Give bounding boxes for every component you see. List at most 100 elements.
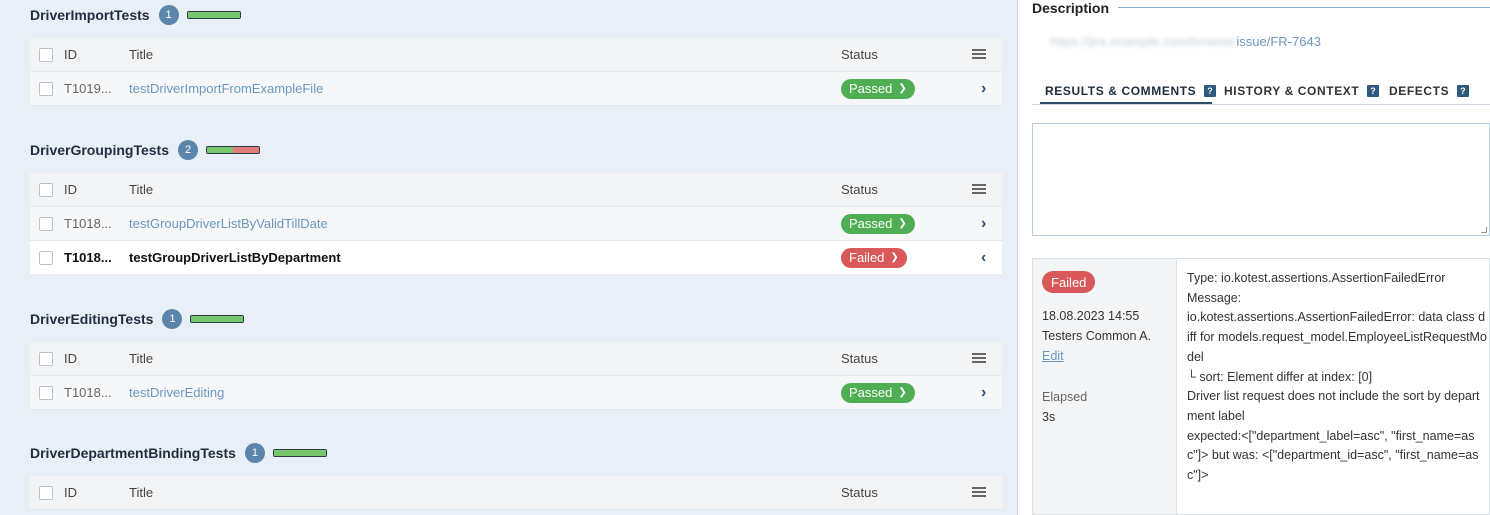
status-dropdown[interactable]: Passed ❯ (841, 213, 915, 234)
table-header-row: ID Title Status (30, 173, 1002, 207)
status-dropdown[interactable]: Failed ❯ (841, 247, 907, 268)
test-title-link[interactable]: testGroupDriverListByDepartment (129, 250, 341, 265)
column-settings-icon[interactable] (972, 352, 986, 365)
active-tab-indicator (1040, 102, 1212, 104)
test-table: ID Title Status T1018... testGroupDriver… (30, 173, 1002, 275)
group-name: DriverGroupingTests (30, 142, 169, 158)
chevron-left-icon[interactable]: ‹ (981, 249, 986, 267)
chevron-right-icon[interactable]: › (981, 215, 986, 233)
test-group: DriverImportTests 1 ID Title Status T101… (30, 0, 1002, 106)
group-header[interactable]: DriverGroupingTests 2 (30, 135, 1002, 165)
row-checkbox[interactable] (39, 385, 53, 400)
issue-link[interactable]: https://jira.example.com/browse/issue/FR… (1050, 34, 1321, 49)
column-status-header[interactable]: Status (841, 182, 878, 197)
test-id: T1019... (64, 81, 112, 96)
column-status-header[interactable]: Status (841, 485, 878, 500)
chevron-right-icon[interactable]: › (981, 384, 986, 402)
table-header-row: ID Title Status (30, 342, 1002, 376)
column-title-header[interactable]: Title (129, 182, 153, 197)
column-settings-icon[interactable] (972, 48, 986, 61)
group-count-badge: 1 (158, 5, 179, 25)
tab-label: DEFECTS (1389, 84, 1450, 98)
column-id-header[interactable]: ID (64, 351, 77, 366)
table-row-selected[interactable]: T1018... testGroupDriverListByDepartment… (30, 241, 1002, 275)
group-count-badge: 1 (244, 443, 265, 463)
test-title-link[interactable]: testDriverImportFromExampleFile (129, 81, 323, 96)
chevron-down-icon: ❯ (898, 387, 907, 398)
chevron-down-icon: ❯ (898, 218, 907, 229)
group-progress-bar (272, 449, 327, 457)
chevron-right-icon[interactable]: › (981, 80, 986, 98)
group-progress-bar (190, 315, 245, 323)
edit-result-link[interactable]: Edit (1042, 349, 1064, 363)
column-title-header[interactable]: Title (129, 485, 153, 500)
test-id: T1018... (64, 216, 112, 231)
select-all-checkbox[interactable] (39, 182, 53, 197)
test-group: DriverGroupingTests 2 ID Title Status T1… (30, 135, 1002, 275)
group-name: DriverEditingTests (30, 311, 154, 327)
test-group: DriverEditingTests 1 ID Title Status T10… (30, 304, 1002, 410)
row-checkbox[interactable] (39, 250, 53, 265)
column-settings-icon[interactable] (972, 183, 986, 196)
group-header[interactable]: DriverImportTests 1 (30, 0, 1002, 30)
test-id: T1018... (64, 250, 112, 265)
column-status-header[interactable]: Status (841, 351, 878, 366)
group-count-badge: 1 (162, 309, 183, 329)
test-title-link[interactable]: testGroupDriverListByValidTillDate (129, 216, 328, 231)
status-label: Passed (849, 216, 893, 231)
column-id-header[interactable]: ID (64, 47, 77, 62)
elapsed-label: Elapsed (1042, 390, 1088, 404)
row-checkbox[interactable] (39, 81, 53, 96)
table-row[interactable]: T1018... testGroupDriverListByValidTillD… (30, 207, 1002, 241)
group-header[interactable]: DriverEditingTests 1 (30, 304, 1002, 334)
table-row[interactable]: T1019... testDriverImportFromExampleFile… (30, 72, 1002, 106)
help-icon[interactable]: ? (1367, 85, 1380, 97)
table-row[interactable]: T1018... testDriverEditing Passed ❯ › (30, 376, 1002, 410)
select-all-checkbox[interactable] (39, 485, 53, 500)
tab-label: HISTORY & CONTEXT (1224, 84, 1360, 98)
group-header[interactable]: DriverDepartmentBindingTests 1 (30, 438, 1002, 468)
result-message: Type: io.kotest.assertions.AssertionFail… (1187, 271, 1487, 483)
status-dropdown[interactable]: Passed ❯ (841, 382, 915, 403)
result-status-badge: Failed (1042, 271, 1096, 293)
help-icon[interactable]: ? (1204, 85, 1217, 97)
description-divider (1118, 7, 1490, 8)
chevron-down-icon: ❯ (890, 252, 899, 263)
tab-defects[interactable]: DEFECTS ? (1389, 84, 1470, 98)
status-dropdown[interactable]: Passed ❯ (841, 78, 915, 99)
column-status-header[interactable]: Status (841, 47, 878, 62)
group-progress-bar (206, 146, 260, 154)
column-title-header[interactable]: Title (129, 351, 153, 366)
result-author: Testers Common A. (1042, 329, 1152, 343)
test-detail-panel: Description https://jira.example.com/bro… (1018, 0, 1490, 515)
description-label: Description (1032, 0, 1110, 16)
test-table: ID Title Status (30, 476, 1002, 510)
help-icon[interactable]: ? (1457, 85, 1470, 97)
chevron-down-icon: ❯ (898, 83, 907, 94)
select-all-checkbox[interactable] (39, 351, 53, 366)
group-progress-bar (186, 11, 241, 19)
tab-history-context[interactable]: HISTORY & CONTEXT ? (1224, 84, 1380, 98)
table-header-row: ID Title Status (30, 38, 1002, 72)
result-meta: Failed 18.08.2023 14:55 Testers Common A… (1033, 259, 1177, 514)
column-title-header[interactable]: Title (129, 47, 153, 62)
status-label: Passed (849, 81, 893, 96)
issue-link-path: issue/FR-7643 (1236, 34, 1321, 49)
column-id-header[interactable]: ID (64, 182, 77, 197)
test-id: T1018... (64, 385, 112, 400)
select-all-checkbox[interactable] (39, 47, 53, 62)
result-entry: Failed 18.08.2023 14:55 Testers Common A… (1032, 258, 1490, 515)
tab-results-comments[interactable]: RESULTS & COMMENTS ? (1045, 84, 1217, 98)
test-list-panel: DriverImportTests 1 ID Title Status T101… (0, 0, 1018, 515)
row-checkbox[interactable] (39, 216, 53, 231)
table-header-row: ID Title Status (30, 476, 1002, 510)
resize-handle-icon[interactable] (1481, 227, 1487, 233)
test-title-link[interactable]: testDriverEditing (129, 385, 224, 400)
issue-link-host-blurred: https://jira.example.com/browse/ (1050, 34, 1237, 49)
column-id-header[interactable]: ID (64, 485, 77, 500)
tab-label: RESULTS & COMMENTS (1045, 84, 1197, 98)
comment-textarea[interactable] (1032, 123, 1490, 236)
column-settings-icon[interactable] (972, 486, 986, 499)
result-date: 18.08.2023 14:55 (1042, 309, 1140, 323)
elapsed-value: 3s (1042, 410, 1056, 424)
